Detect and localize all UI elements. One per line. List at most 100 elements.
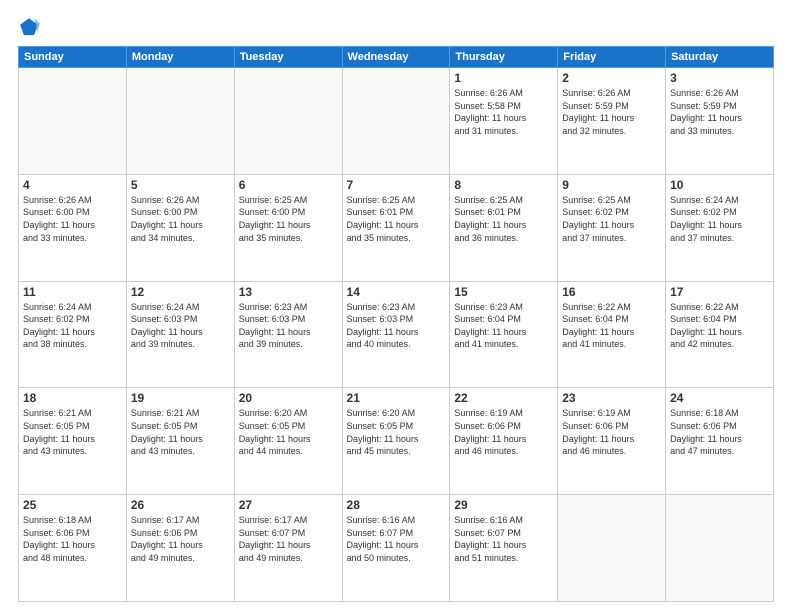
day-number: 14 xyxy=(347,285,446,299)
calendar-cell: 3 Sunrise: 6:26 AM Sunset: 5:59 PM Daylig… xyxy=(666,68,774,175)
day-info: Sunrise: 6:26 AM Sunset: 5:59 PM Dayligh… xyxy=(670,87,769,137)
calendar-cell: 5 Sunrise: 6:26 AM Sunset: 6:00 PM Daylig… xyxy=(126,174,234,281)
calendar-cell: 10 Sunrise: 6:24 AM Sunset: 6:02 PM Dayli… xyxy=(666,174,774,281)
day-number: 3 xyxy=(670,71,769,85)
calendar-cell: 2 Sunrise: 6:26 AM Sunset: 5:59 PM Daylig… xyxy=(558,68,666,175)
day-info: Sunrise: 6:26 AM Sunset: 6:00 PM Dayligh… xyxy=(131,194,230,244)
calendar-cell: 21 Sunrise: 6:20 AM Sunset: 6:05 PM Dayli… xyxy=(342,388,450,495)
calendar-header-wednesday: Wednesday xyxy=(342,47,450,68)
day-info: Sunrise: 6:23 AM Sunset: 6:04 PM Dayligh… xyxy=(454,301,553,351)
day-info: Sunrise: 6:19 AM Sunset: 6:06 PM Dayligh… xyxy=(562,407,661,457)
day-number: 5 xyxy=(131,178,230,192)
day-info: Sunrise: 6:16 AM Sunset: 6:07 PM Dayligh… xyxy=(454,514,553,564)
day-info: Sunrise: 6:24 AM Sunset: 6:03 PM Dayligh… xyxy=(131,301,230,351)
day-number: 12 xyxy=(131,285,230,299)
calendar-cell: 18 Sunrise: 6:21 AM Sunset: 6:05 PM Dayli… xyxy=(19,388,127,495)
calendar-cell: 15 Sunrise: 6:23 AM Sunset: 6:04 PM Dayli… xyxy=(450,281,558,388)
day-info: Sunrise: 6:21 AM Sunset: 6:05 PM Dayligh… xyxy=(131,407,230,457)
day-number: 29 xyxy=(454,498,553,512)
day-number: 2 xyxy=(562,71,661,85)
calendar-cell: 28Sunrise: 6:16 AM Sunset: 6:07 PM Dayli… xyxy=(342,495,450,602)
calendar-cell: 11 Sunrise: 6:24 AM Sunset: 6:02 PM Dayli… xyxy=(19,281,127,388)
day-number: 26 xyxy=(131,498,230,512)
calendar-cell: 17 Sunrise: 6:22 AM Sunset: 6:04 PM Dayli… xyxy=(666,281,774,388)
day-info: Sunrise: 6:17 AM Sunset: 6:07 PM Dayligh… xyxy=(239,514,338,564)
calendar-week-row: 11 Sunrise: 6:24 AM Sunset: 6:02 PM Dayli… xyxy=(19,281,774,388)
calendar-cell: 29 Sunrise: 6:16 AM Sunset: 6:07 PM Dayli… xyxy=(450,495,558,602)
header xyxy=(18,16,774,38)
calendar-cell: 25 Sunrise: 6:18 AM Sunset: 6:06 PM Dayli… xyxy=(19,495,127,602)
day-number: 22 xyxy=(454,391,553,405)
day-number: 17 xyxy=(670,285,769,299)
page: SundayMondayTuesdayWednesdayThursdayFrid… xyxy=(0,0,792,612)
logo-icon xyxy=(18,16,40,38)
day-info: Sunrise: 6:20 AM Sunset: 6:05 PM Dayligh… xyxy=(347,407,446,457)
day-info: Sunrise: 6:20 AM Sunset: 6:05 PM Dayligh… xyxy=(239,407,338,457)
calendar-cell: 9 Sunrise: 6:25 AM Sunset: 6:02 PM Daylig… xyxy=(558,174,666,281)
day-number: 6 xyxy=(239,178,338,192)
calendar-cell: 13Sunrise: 6:23 AM Sunset: 6:03 PM Dayli… xyxy=(234,281,342,388)
logo xyxy=(18,16,44,38)
day-info: Sunrise: 6:22 AM Sunset: 6:04 PM Dayligh… xyxy=(562,301,661,351)
day-number: 25 xyxy=(23,498,122,512)
calendar-cell: 23 Sunrise: 6:19 AM Sunset: 6:06 PM Dayli… xyxy=(558,388,666,495)
calendar-cell: 14 Sunrise: 6:23 AM Sunset: 6:03 PM Dayli… xyxy=(342,281,450,388)
day-info: Sunrise: 6:23 AM Sunset: 6:03 PM Dayligh… xyxy=(347,301,446,351)
calendar-header-monday: Monday xyxy=(126,47,234,68)
day-info: Sunrise: 6:25 AM Sunset: 6:01 PM Dayligh… xyxy=(347,194,446,244)
calendar-cell: 24Sunrise: 6:18 AM Sunset: 6:06 PM Dayli… xyxy=(666,388,774,495)
day-number: 15 xyxy=(454,285,553,299)
day-info: Sunrise: 6:25 AM Sunset: 6:01 PM Dayligh… xyxy=(454,194,553,244)
day-info: Sunrise: 6:26 AM Sunset: 5:58 PM Dayligh… xyxy=(454,87,553,137)
day-info: Sunrise: 6:18 AM Sunset: 6:06 PM Dayligh… xyxy=(670,407,769,457)
calendar-cell: 26Sunrise: 6:17 AM Sunset: 6:06 PM Dayli… xyxy=(126,495,234,602)
day-info: Sunrise: 6:16 AM Sunset: 6:07 PM Dayligh… xyxy=(347,514,446,564)
calendar-cell: 1Sunrise: 6:26 AM Sunset: 5:58 PM Daylig… xyxy=(450,68,558,175)
day-number: 16 xyxy=(562,285,661,299)
calendar-week-row: 4 Sunrise: 6:26 AM Sunset: 6:00 PM Daylig… xyxy=(19,174,774,281)
day-number: 4 xyxy=(23,178,122,192)
day-number: 21 xyxy=(347,391,446,405)
calendar-header-row: SundayMondayTuesdayWednesdayThursdayFrid… xyxy=(19,47,774,68)
calendar-cell: 27 Sunrise: 6:17 AM Sunset: 6:07 PM Dayli… xyxy=(234,495,342,602)
day-number: 8 xyxy=(454,178,553,192)
day-number: 23 xyxy=(562,391,661,405)
day-info: Sunrise: 6:24 AM Sunset: 6:02 PM Dayligh… xyxy=(23,301,122,351)
calendar-cell: 7 Sunrise: 6:25 AM Sunset: 6:01 PM Daylig… xyxy=(342,174,450,281)
day-info: Sunrise: 6:24 AM Sunset: 6:02 PM Dayligh… xyxy=(670,194,769,244)
day-info: Sunrise: 6:26 AM Sunset: 6:00 PM Dayligh… xyxy=(23,194,122,244)
day-number: 27 xyxy=(239,498,338,512)
day-number: 10 xyxy=(670,178,769,192)
calendar-cell xyxy=(342,68,450,175)
calendar-cell xyxy=(234,68,342,175)
day-info: Sunrise: 6:22 AM Sunset: 6:04 PM Dayligh… xyxy=(670,301,769,351)
day-info: Sunrise: 6:25 AM Sunset: 6:02 PM Dayligh… xyxy=(562,194,661,244)
calendar-cell xyxy=(558,495,666,602)
calendar-cell xyxy=(666,495,774,602)
day-number: 11 xyxy=(23,285,122,299)
day-number: 19 xyxy=(131,391,230,405)
calendar-week-row: 18 Sunrise: 6:21 AM Sunset: 6:05 PM Dayli… xyxy=(19,388,774,495)
day-number: 20 xyxy=(239,391,338,405)
calendar-header-saturday: Saturday xyxy=(666,47,774,68)
day-info: Sunrise: 6:26 AM Sunset: 5:59 PM Dayligh… xyxy=(562,87,661,137)
day-info: Sunrise: 6:18 AM Sunset: 6:06 PM Dayligh… xyxy=(23,514,122,564)
calendar-cell: 20 Sunrise: 6:20 AM Sunset: 6:05 PM Dayli… xyxy=(234,388,342,495)
calendar-cell: 8 Sunrise: 6:25 AM Sunset: 6:01 PM Daylig… xyxy=(450,174,558,281)
calendar-header-friday: Friday xyxy=(558,47,666,68)
day-info: Sunrise: 6:23 AM Sunset: 6:03 PM Dayligh… xyxy=(239,301,338,351)
calendar-week-row: 1Sunrise: 6:26 AM Sunset: 5:58 PM Daylig… xyxy=(19,68,774,175)
calendar-header-thursday: Thursday xyxy=(450,47,558,68)
day-info: Sunrise: 6:19 AM Sunset: 6:06 PM Dayligh… xyxy=(454,407,553,457)
day-info: Sunrise: 6:21 AM Sunset: 6:05 PM Dayligh… xyxy=(23,407,122,457)
day-info: Sunrise: 6:25 AM Sunset: 6:00 PM Dayligh… xyxy=(239,194,338,244)
calendar-cell: 12 Sunrise: 6:24 AM Sunset: 6:03 PM Dayli… xyxy=(126,281,234,388)
calendar-cell xyxy=(126,68,234,175)
calendar-cell: 16 Sunrise: 6:22 AM Sunset: 6:04 PM Dayli… xyxy=(558,281,666,388)
day-number: 7 xyxy=(347,178,446,192)
calendar-cell: 19 Sunrise: 6:21 AM Sunset: 6:05 PM Dayli… xyxy=(126,388,234,495)
calendar-header-tuesday: Tuesday xyxy=(234,47,342,68)
day-number: 9 xyxy=(562,178,661,192)
day-number: 18 xyxy=(23,391,122,405)
calendar-cell: 4 Sunrise: 6:26 AM Sunset: 6:00 PM Daylig… xyxy=(19,174,127,281)
